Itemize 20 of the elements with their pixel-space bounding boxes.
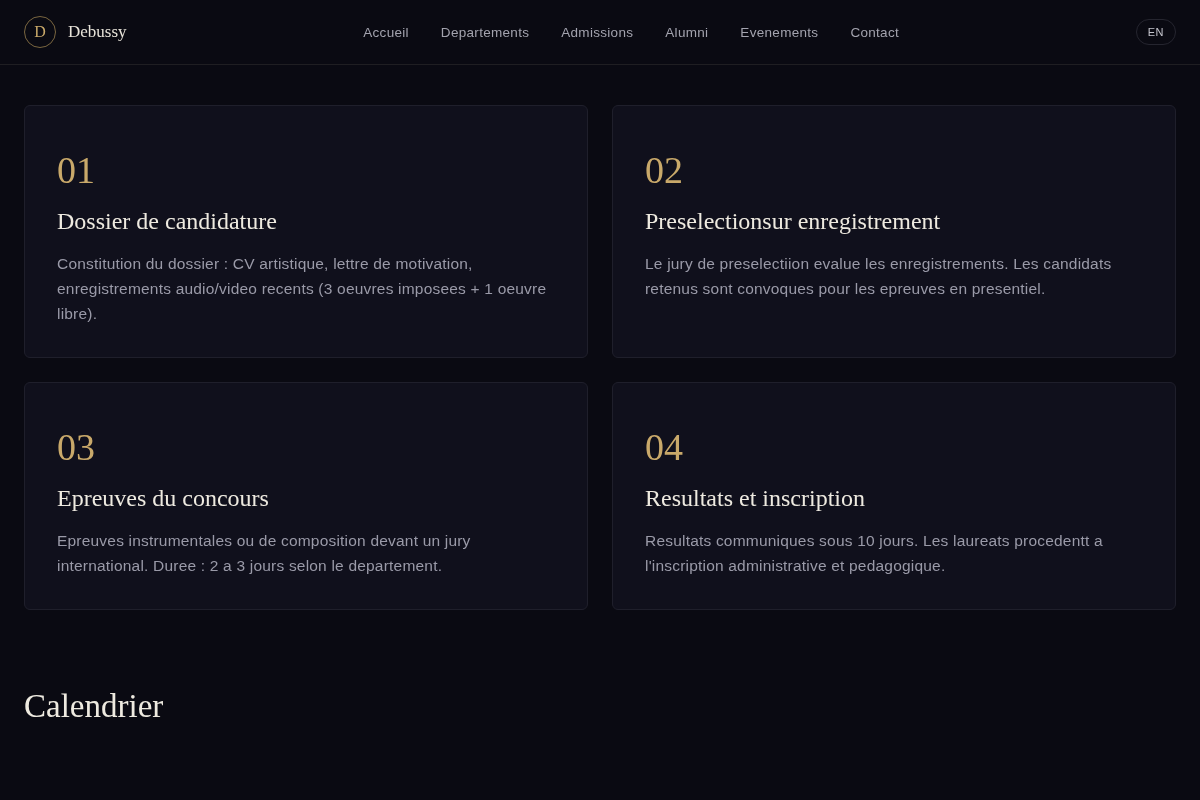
step-number: 03 [57, 425, 95, 470]
nav-link[interactable]: Departements [440, 24, 530, 40]
nav-link[interactable]: Contact [850, 24, 900, 40]
nav-link[interactable]: Accueil [363, 24, 409, 40]
step-number: 01 [57, 148, 95, 193]
nav-link[interactable]: Evenements [740, 24, 819, 40]
nav-link[interactable]: Alumni [665, 24, 709, 40]
step-description: Resultats communiques sous 10 jours. Les laureats procedentt a l'inscription administrative et pedagogique. [645, 531, 1104, 576]
step-description: Le jury de preselectiion evalue les enregistrements. Les candidats retenus sont convoques pour les epreuves en presentiel. [645, 254, 1113, 299]
step-title: Dossier de candidature [57, 207, 277, 236]
nav-link[interactable]: Admissions [561, 24, 634, 40]
step-title: Preselectionsur enregistrement [645, 207, 941, 236]
step-number: 02 [645, 148, 683, 193]
step-title: Epreuves du concours [57, 484, 269, 513]
step-number: 04 [645, 425, 683, 470]
step-title: Resultats et inscription [645, 484, 865, 513]
step-description: Constitution du dossier : CV artistique, lettre de motivation, enregistrements audio/video recents (3 oeuvres imposees + 1 oeuvre libre). [57, 254, 548, 324]
brand-name[interactable]: Debussy [68, 22, 127, 42]
step-description: Epreuves instrumentales ou de composition devant un jury international. Duree : 2 a 3 jours selon le departement. [57, 531, 472, 576]
section-heading: Calendrier [24, 687, 164, 726]
